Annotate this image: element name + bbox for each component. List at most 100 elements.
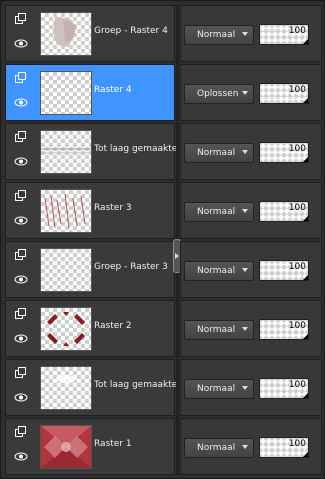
layer-thumbnail: [40, 307, 92, 351]
chevron-down-icon: [242, 445, 248, 449]
layer-icons: [14, 189, 32, 225]
opacity-slider-icon: [303, 452, 308, 457]
blend-mode-dropdown[interactable]: Normaal: [184, 379, 254, 399]
blend-mode-dropdown[interactable]: Normaal: [184, 261, 254, 281]
opacity-field[interactable]: 100: [259, 260, 309, 281]
layer-props-row: Normaal 100: [180, 300, 322, 357]
layer-mode-icon[interactable]: [14, 189, 28, 201]
blend-mode-label: Normaal: [197, 30, 236, 40]
blend-mode-dropdown[interactable]: Oplossen: [184, 84, 254, 104]
layer-icons: [14, 425, 32, 461]
layer-row-tot-laag-gemaakte-2[interactable]: Tot laag gemaakte se: [5, 359, 176, 416]
opacity-slider-icon: [303, 275, 308, 280]
layer-row-tot-laag-gemaakte-1[interactable]: Tot laag gemaakte se: [5, 123, 176, 180]
eye-icon[interactable]: [14, 274, 28, 284]
opacity-field[interactable]: 100: [259, 437, 309, 458]
eye-icon[interactable]: [14, 451, 28, 461]
layer-props-row: Normaal 100: [180, 418, 322, 475]
opacity-slider-icon: [303, 393, 308, 398]
chevron-down-icon: [242, 327, 248, 331]
eye-icon[interactable]: [14, 156, 28, 166]
eye-icon[interactable]: [14, 333, 28, 343]
blend-mode-label: Normaal: [197, 207, 236, 217]
chevron-down-icon: [242, 209, 248, 213]
eye-icon[interactable]: [14, 392, 28, 402]
opacity-slider-icon: [303, 216, 308, 221]
eye-icon[interactable]: [14, 38, 28, 48]
blend-mode-dropdown[interactable]: Normaal: [184, 25, 254, 45]
opacity-value: 100: [288, 85, 306, 95]
blend-mode-dropdown[interactable]: Normaal: [184, 202, 254, 222]
blend-mode-dropdown[interactable]: Normaal: [184, 143, 254, 163]
layer-icons: [14, 366, 32, 402]
blend-mode-dropdown[interactable]: Normaal: [184, 320, 254, 340]
layer-thumbnail: [40, 130, 92, 174]
layer-name: Raster 2: [94, 321, 132, 331]
layer-name: Raster 3: [94, 203, 132, 213]
layer-icons: [14, 12, 32, 48]
layer-props-row: Normaal 100: [180, 123, 322, 180]
layer-thumbnail: [40, 366, 92, 410]
chevron-down-icon: [242, 268, 248, 272]
layer-mode-icon[interactable]: [14, 248, 28, 260]
layer-mode-icon[interactable]: [14, 12, 28, 24]
layer-row-raster-4[interactable]: Raster 4: [5, 64, 175, 121]
layer-mode-icon[interactable]: [14, 130, 28, 142]
layer-mode-icon[interactable]: [14, 307, 28, 319]
layer-name: Groep - Raster 4: [94, 26, 168, 36]
layer-name: Raster 4: [94, 85, 132, 95]
layer-row-raster-3[interactable]: Raster 3: [5, 182, 175, 239]
layer-name: Groep - Raster 3: [94, 262, 168, 272]
opacity-slider-icon: [303, 157, 308, 162]
opacity-value: 100: [288, 439, 306, 449]
blend-mode-dropdown[interactable]: Normaal: [184, 438, 254, 458]
opacity-field[interactable]: 100: [259, 83, 309, 104]
layer-name: Tot laag gemaakte se: [94, 144, 176, 154]
chevron-down-icon: [242, 150, 248, 154]
opacity-slider-icon: [303, 334, 308, 339]
layer-row-groep-raster-3[interactable]: Groep - Raster 3: [5, 241, 175, 298]
layer-row-raster-2[interactable]: Raster 2: [5, 300, 175, 357]
blend-mode-label: Normaal: [197, 384, 236, 394]
layer-row-raster-1[interactable]: Raster 1: [5, 418, 175, 475]
layer-icons: [14, 248, 32, 284]
layer-mode-icon[interactable]: [14, 71, 28, 83]
chevron-down-icon: [242, 386, 248, 390]
opacity-value: 100: [288, 144, 306, 154]
opacity-field[interactable]: 100: [259, 24, 309, 45]
layer-row-groep-raster-4[interactable]: Groep - Raster 4: [5, 5, 175, 62]
eye-icon[interactable]: [14, 97, 28, 107]
eye-icon[interactable]: [14, 215, 28, 225]
opacity-value: 100: [288, 380, 306, 390]
layer-name: Raster 1: [94, 439, 132, 449]
layer-thumbnail: [40, 425, 92, 469]
chevron-right-icon: [175, 253, 179, 259]
opacity-field[interactable]: 100: [259, 378, 309, 399]
layer-props-row: Normaal 100: [180, 182, 322, 239]
layer-list: Groep - Raster 4 Raster 4 Tot laag gemaa…: [5, 5, 176, 477]
layer-props-row: Normaal 100: [180, 5, 322, 62]
layer-props-row: Normaal 100: [180, 359, 322, 416]
blend-mode-label: Normaal: [197, 325, 236, 335]
layer-props-row: Normaal 100: [180, 241, 322, 298]
layer-icons: [14, 307, 32, 343]
layer-mode-icon[interactable]: [14, 366, 28, 378]
opacity-value: 100: [288, 203, 306, 213]
layer-name: Tot laag gemaakte se: [94, 380, 176, 390]
layer-thumbnail: [40, 12, 92, 56]
opacity-field[interactable]: 100: [259, 142, 309, 163]
layer-thumbnail: [40, 189, 92, 233]
layer-mode-icon[interactable]: [14, 425, 28, 437]
opacity-field[interactable]: 100: [259, 319, 309, 340]
opacity-value: 100: [288, 321, 306, 331]
layer-properties: Normaal 100 Oplossen 100 Normaal 100 Nor…: [180, 5, 322, 477]
opacity-value: 100: [288, 26, 306, 36]
blend-mode-label: Normaal: [197, 266, 236, 276]
layer-thumbnail: [40, 248, 92, 292]
chevron-down-icon: [242, 32, 248, 36]
layer-icons: [14, 71, 32, 107]
opacity-slider-icon: [303, 39, 308, 44]
blend-mode-label: Normaal: [197, 443, 236, 453]
opacity-field[interactable]: 100: [259, 201, 309, 222]
blend-mode-label: Oplossen: [197, 89, 239, 99]
